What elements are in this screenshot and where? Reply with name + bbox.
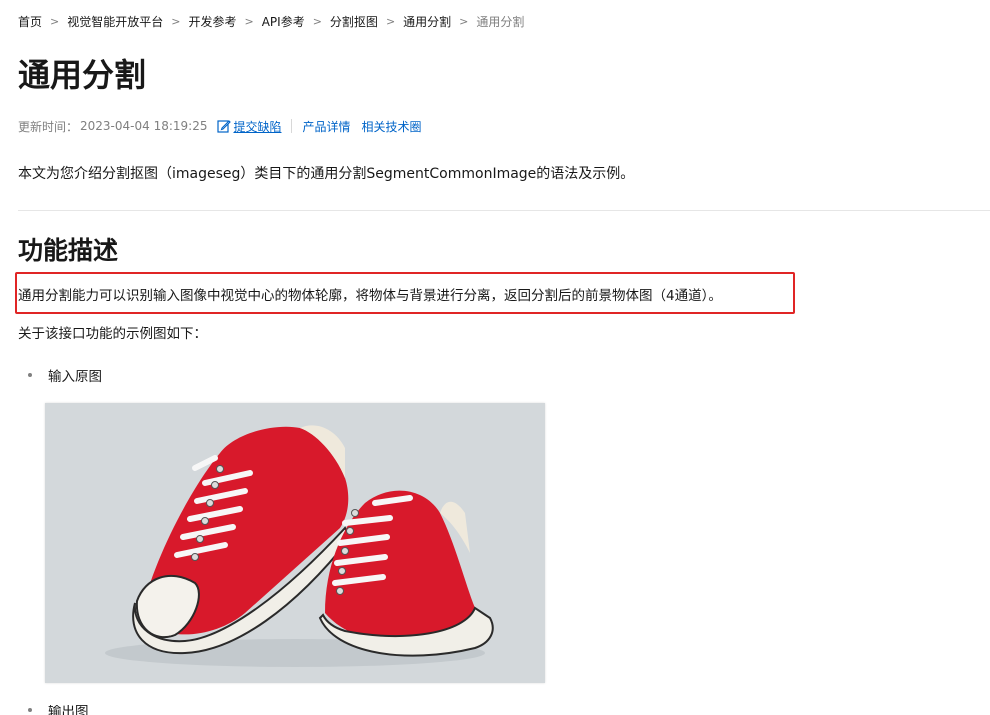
meta-divider — [291, 119, 293, 133]
related-circle-link[interactable]: 相关技术圈 — [362, 118, 422, 135]
page-title: 通用分割 — [18, 56, 147, 94]
updated-label: 更新时间： — [18, 119, 79, 134]
breadcrumb-chevron-icon: > — [244, 14, 254, 28]
breadcrumb-current: 通用分割 — [476, 14, 525, 29]
breadcrumb: 首页 > 视觉智能开放平台 > 开发参考 > API参考 > 分割抠图 > 通用… — [18, 12, 524, 30]
breadcrumb-home[interactable]: 首页 — [18, 13, 42, 30]
function-description: 通用分割能力可以识别输入图像中视觉中心的物体轮廓，将物体与背景进行分离，返回分割… — [18, 288, 722, 304]
breadcrumb-dev-reference[interactable]: 开发参考 — [188, 13, 236, 30]
breadcrumb-chevron-icon: > — [171, 14, 181, 28]
breadcrumb-chevron-icon: > — [312, 14, 322, 28]
report-bug-label: 提交缺陷 — [233, 119, 282, 134]
doc-meta: 更新时间： 2023-04-04 18:19:25 提交缺陷 产品详情 相关技术… — [18, 116, 422, 136]
breadcrumb-chevron-icon: > — [50, 14, 60, 28]
breadcrumb-chevron-icon: > — [459, 14, 469, 28]
edit-icon — [217, 120, 232, 133]
red-sneakers-image — [45, 403, 545, 683]
breadcrumb-common-segmentation[interactable]: 通用分割 — [403, 13, 451, 30]
bullet-icon — [28, 373, 32, 377]
section-heading: 功能描述 — [18, 236, 119, 265]
bullet-icon — [28, 708, 32, 712]
breadcrumb-chevron-icon: > — [385, 14, 396, 28]
list-item-label: 输入原图 — [48, 369, 102, 385]
breadcrumb-api-reference[interactable]: API参考 — [262, 13, 305, 30]
breadcrumb-visual-ai-platform[interactable]: 视觉智能开放平台 — [67, 13, 163, 30]
product-details-link[interactable]: 产品详情 — [302, 118, 350, 135]
example-intro: 关于该接口功能的示例图如下： — [18, 326, 207, 342]
example-list: 输入原图 输出图 — [18, 365, 102, 715]
section-divider — [18, 210, 990, 211]
input-image — [45, 403, 545, 683]
updated-time: 2023-04-04 18:19:25 — [80, 119, 208, 133]
report-bug-link[interactable]: 提交缺陷 — [217, 118, 281, 135]
list-item-input-image: 输入原图 — [18, 365, 102, 385]
breadcrumb-segmentation[interactable]: 分割抠图 — [330, 13, 378, 30]
intro-text: 本文为您介绍分割抠图（imageseg）类目下的通用分割SegmentCommo… — [18, 166, 635, 182]
